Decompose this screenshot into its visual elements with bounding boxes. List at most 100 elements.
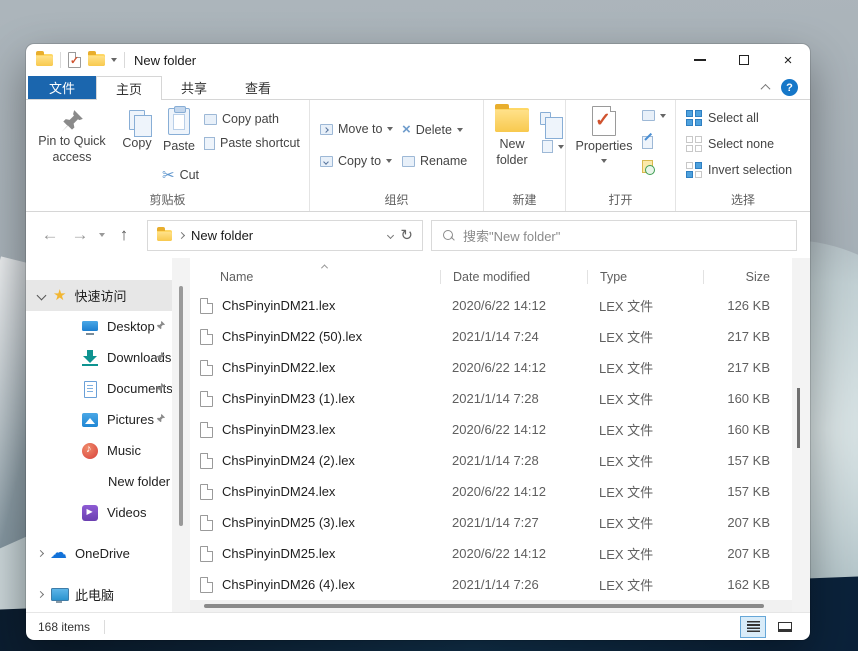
qat-properties-icon[interactable]: ✓ bbox=[68, 52, 81, 68]
copy-to-button[interactable]: Copy to bbox=[320, 154, 392, 168]
up-button[interactable]: ↑ bbox=[113, 225, 135, 245]
back-button[interactable]: ← bbox=[39, 225, 61, 245]
file-size: 217 KB bbox=[703, 360, 778, 375]
vertical-scrollbar[interactable] bbox=[792, 258, 810, 612]
table-row[interactable]: ChsPinyinDM24 (2).lex 2021/1/14 7:28 LEX… bbox=[190, 445, 792, 476]
breadcrumb-chevron-icon[interactable] bbox=[178, 231, 185, 238]
rename-icon bbox=[402, 156, 415, 167]
table-row[interactable]: ChsPinyinDM26 (4).lex 2021/1/14 7:26 LEX… bbox=[190, 569, 792, 600]
sidebar-item[interactable]: Documents bbox=[26, 373, 172, 404]
move-to-caret-icon bbox=[387, 127, 393, 131]
details-view-button[interactable] bbox=[740, 616, 766, 638]
ribbon-tab-bar: 文件 主页 共享 查看 ? bbox=[26, 76, 810, 100]
delete-button[interactable]: × Delete bbox=[402, 122, 463, 137]
help-button[interactable]: ? bbox=[781, 79, 798, 96]
select-none-button[interactable]: Select none bbox=[686, 136, 774, 152]
search-input[interactable]: 搜索"New folder" bbox=[431, 220, 797, 251]
table-row[interactable]: ChsPinyinDM22 (50).lex 2021/1/14 7:24 LE… bbox=[190, 321, 792, 352]
edit-button[interactable] bbox=[642, 136, 653, 149]
cut-button[interactable]: ✂ Cut bbox=[162, 166, 199, 184]
table-row[interactable]: ChsPinyinDM25.lex 2020/6/22 14:12 LEX 文件… bbox=[190, 538, 792, 569]
copy-path-button[interactable]: Copy path bbox=[204, 112, 279, 126]
collapse-ribbon-icon[interactable] bbox=[761, 84, 771, 94]
move-to-icon bbox=[320, 124, 333, 135]
forward-button[interactable]: → bbox=[69, 225, 91, 245]
sidebar-item[interactable]: Videos bbox=[26, 497, 172, 528]
new-item-button[interactable] bbox=[542, 140, 564, 153]
close-button[interactable]: × bbox=[766, 44, 810, 76]
paste-icon bbox=[168, 108, 190, 135]
pushpin-icon bbox=[59, 108, 85, 134]
column-header-type[interactable]: Type bbox=[587, 270, 703, 284]
open-button[interactable] bbox=[642, 110, 666, 121]
sidebar-scrollbar[interactable] bbox=[172, 258, 190, 612]
sidebar-item-quick-access[interactable]: ★ 快速访问 bbox=[26, 280, 172, 311]
table-row[interactable]: ChsPinyinDM23 (1).lex 2021/1/14 7:28 LEX… bbox=[190, 383, 792, 414]
thumbnails-view-button[interactable] bbox=[772, 616, 798, 638]
file-icon bbox=[200, 453, 213, 469]
new-folder-icon bbox=[495, 108, 529, 132]
tab-home[interactable]: 主页 bbox=[96, 76, 162, 100]
collapse-chevron-icon[interactable] bbox=[37, 550, 44, 557]
file-type: LEX 文件 bbox=[587, 358, 703, 377]
title-bar[interactable]: ✓ New folder × bbox=[26, 44, 810, 76]
refresh-icon[interactable]: ↻ bbox=[400, 226, 413, 244]
new-folder-button[interactable]: New folder bbox=[488, 108, 536, 168]
copy-path-icon bbox=[204, 114, 217, 125]
tab-share[interactable]: 共享 bbox=[162, 76, 226, 99]
recent-locations-caret-icon[interactable] bbox=[99, 233, 105, 237]
file-icon bbox=[200, 329, 213, 345]
column-header-name[interactable]: Name bbox=[190, 270, 440, 284]
address-dropdown-icon[interactable] bbox=[387, 231, 394, 238]
file-name: ChsPinyinDM23 (1).lex bbox=[222, 391, 355, 406]
history-button[interactable] bbox=[642, 160, 653, 173]
tab-file[interactable]: 文件 bbox=[28, 76, 96, 99]
sidebar-item[interactable]: Downloads bbox=[26, 342, 172, 373]
easy-access-button[interactable] bbox=[540, 112, 562, 125]
delete-caret-icon bbox=[457, 128, 463, 132]
collapse-chevron-icon[interactable] bbox=[37, 591, 44, 598]
table-row[interactable]: ChsPinyinDM21.lex 2020/6/22 14:12 LEX 文件… bbox=[190, 290, 792, 321]
horizontal-scrollbar[interactable] bbox=[190, 600, 792, 612]
table-row[interactable]: ChsPinyinDM23.lex 2020/6/22 14:12 LEX 文件… bbox=[190, 414, 792, 445]
file-type: LEX 文件 bbox=[587, 389, 703, 408]
sidebar-item[interactable]: Pictures bbox=[26, 404, 172, 435]
table-row[interactable]: ChsPinyinDM24.lex 2020/6/22 14:12 LEX 文件… bbox=[190, 476, 792, 507]
table-row[interactable]: ChsPinyinDM25 (3).lex 2021/1/14 7:27 LEX… bbox=[190, 507, 792, 538]
paste-shortcut-button[interactable]: Paste shortcut bbox=[204, 136, 300, 150]
column-header-date-modified[interactable]: Date modified bbox=[440, 270, 587, 284]
file-date-modified: 2020/6/22 14:12 bbox=[440, 546, 587, 561]
move-to-button[interactable]: Move to bbox=[320, 122, 393, 136]
pin-to-quick-access-button[interactable]: Pin to Quick access bbox=[28, 108, 116, 165]
qat-customize-caret-icon[interactable] bbox=[111, 58, 117, 62]
sidebar-item[interactable]: Music bbox=[26, 435, 172, 466]
minimize-button[interactable] bbox=[678, 44, 722, 76]
breadcrumb-folder-icon bbox=[157, 230, 172, 241]
file-type: LEX 文件 bbox=[587, 420, 703, 439]
select-all-button[interactable]: Select all bbox=[686, 110, 759, 126]
address-bar[interactable]: New folder ↻ bbox=[147, 220, 423, 251]
invert-selection-button[interactable]: Invert selection bbox=[686, 162, 792, 178]
sidebar-item[interactable]: OneDrive bbox=[26, 538, 172, 569]
sidebar-item[interactable]: Desktop bbox=[26, 311, 172, 342]
vertical-scrollbar-thumb[interactable] bbox=[797, 388, 800, 448]
expand-chevron-icon[interactable] bbox=[37, 291, 47, 301]
column-header-size[interactable]: Size bbox=[703, 270, 778, 284]
sidebar-scrollbar-thumb[interactable] bbox=[179, 286, 183, 526]
rename-button[interactable]: Rename bbox=[402, 154, 467, 168]
horizontal-scrollbar-thumb[interactable] bbox=[204, 604, 764, 608]
properties-button[interactable]: ✓ Properties bbox=[570, 106, 638, 163]
qat-new-folder-icon[interactable] bbox=[88, 54, 105, 66]
file-size: 207 KB bbox=[703, 546, 778, 561]
paste-button[interactable]: Paste bbox=[158, 108, 200, 155]
organize-group-label: 组织 bbox=[310, 191, 483, 208]
file-type: LEX 文件 bbox=[587, 482, 703, 501]
ribbon: Pin to Quick access Copy Paste Copy path… bbox=[26, 100, 810, 212]
maximize-button[interactable] bbox=[722, 44, 766, 76]
sidebar-item[interactable]: 此电脑 bbox=[26, 579, 172, 610]
copy-button[interactable]: Copy bbox=[118, 110, 156, 152]
table-row[interactable]: ChsPinyinDM22.lex 2020/6/22 14:12 LEX 文件… bbox=[190, 352, 792, 383]
breadcrumb[interactable]: New folder bbox=[191, 228, 253, 243]
tab-view[interactable]: 查看 bbox=[226, 76, 290, 99]
sidebar-item[interactable]: New folder bbox=[26, 466, 172, 497]
